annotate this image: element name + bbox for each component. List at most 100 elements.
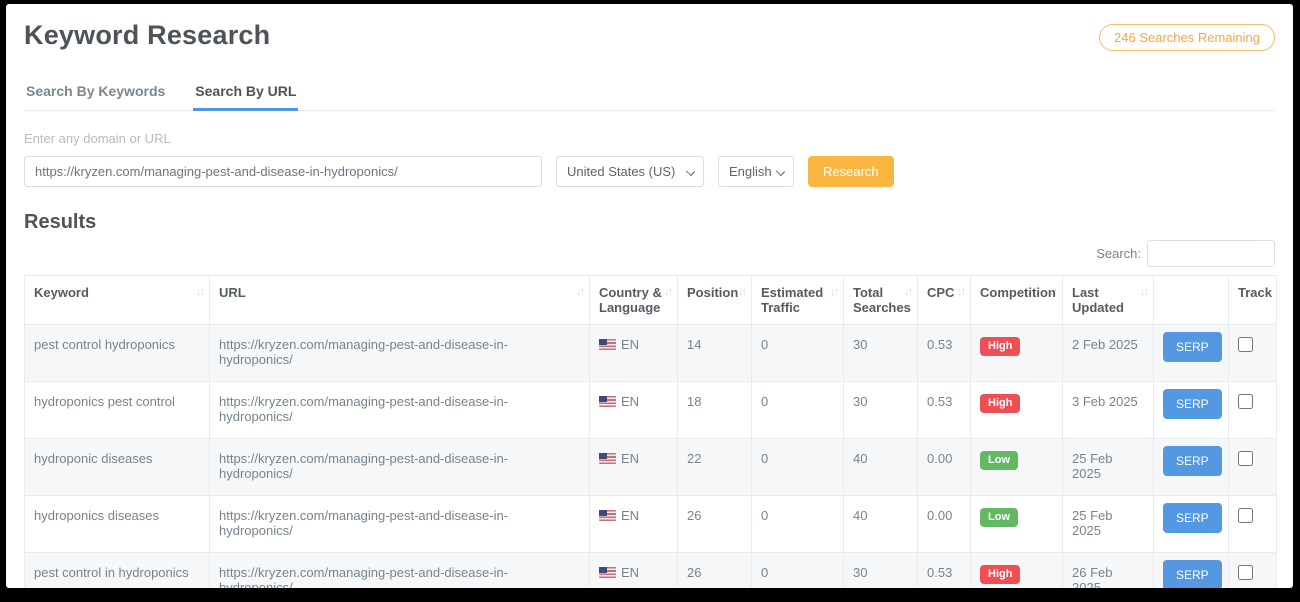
search-form: United States (US) English Research [24, 156, 1275, 187]
cpc-cell: 0.00 [918, 439, 971, 496]
table-row: pest control hydroponicshttps://kryzen.c… [25, 325, 1277, 382]
url-cell: https://kryzen.com/managing-pest-and-dis… [210, 382, 590, 439]
position-cell: 22 [678, 439, 752, 496]
serp-cell: SERP [1154, 382, 1229, 439]
page-title: Keyword Research [24, 20, 270, 51]
sort-icon[interactable]: ↓↑ [196, 286, 203, 298]
serp-cell: SERP [1154, 325, 1229, 382]
total-searches-cell: 30 [844, 325, 918, 382]
serp-cell: SERP [1154, 439, 1229, 496]
competition-cell: Low [971, 439, 1063, 496]
country-selected-value: United States (US) [567, 164, 675, 179]
estimated-traffic-cell: 0 [752, 382, 844, 439]
country-language-cell: EN [590, 325, 678, 382]
track-cell [1229, 325, 1277, 382]
position-cell: 14 [678, 325, 752, 382]
total-searches-cell: 40 [844, 496, 918, 553]
track-checkbox[interactable] [1238, 337, 1253, 352]
column-header-last-updated[interactable]: Last Updated↓↑ [1063, 276, 1154, 325]
country-language-cell: EN [590, 553, 678, 589]
keyword-research-page: Keyword Research 246 Searches Remaining … [6, 4, 1293, 588]
cpc-cell: 0.53 [918, 325, 971, 382]
country-language-cell: EN [590, 496, 678, 553]
chevron-down-icon [686, 167, 695, 176]
url-input[interactable] [24, 156, 542, 187]
sort-icon[interactable]: ↓↑ [957, 286, 964, 298]
keyword-cell: pest control hydroponics [25, 325, 210, 382]
serp-button[interactable]: SERP [1163, 389, 1222, 419]
screenshot-frame: Keyword Research 246 Searches Remaining … [0, 0, 1300, 602]
competition-cell: High [971, 382, 1063, 439]
url-cell: https://kryzen.com/managing-pest-and-dis… [210, 553, 590, 589]
cpc-cell: 0.53 [918, 553, 971, 589]
keyword-cell: hydroponics diseases [25, 496, 210, 553]
column-header-competition[interactable]: Competition↓↑ [971, 276, 1063, 325]
language-selected-value: English [729, 164, 772, 179]
table-row: hydroponics pest controlhttps://kryzen.c… [25, 382, 1277, 439]
tab-bar: Search By Keywords Search By URL [24, 77, 1275, 111]
serp-button[interactable]: SERP [1163, 560, 1222, 588]
column-header-position[interactable]: Position↓↑ [678, 276, 752, 325]
column-header-estimated-traffic[interactable]: Estimated Traffic↓↑ [752, 276, 844, 325]
tab-search-by-url[interactable]: Search By URL [193, 77, 298, 111]
track-checkbox[interactable] [1238, 565, 1253, 580]
track-checkbox[interactable] [1238, 394, 1253, 409]
serp-button[interactable]: SERP [1163, 503, 1222, 533]
column-header-url[interactable]: URL↓↑ [210, 276, 590, 325]
position-cell: 26 [678, 553, 752, 589]
country-language-cell: EN [590, 382, 678, 439]
track-checkbox[interactable] [1238, 451, 1253, 466]
total-searches-cell: 40 [844, 439, 918, 496]
keyword-cell: pest control in hydroponics [25, 553, 210, 589]
competition-badge: High [980, 394, 1020, 413]
serp-button[interactable]: SERP [1163, 332, 1222, 362]
research-button[interactable]: Research [808, 156, 894, 187]
url-cell: https://kryzen.com/managing-pest-and-dis… [210, 439, 590, 496]
us-flag-icon [599, 567, 616, 578]
competition-badge: Low [980, 451, 1018, 470]
serp-button[interactable]: SERP [1163, 446, 1222, 476]
column-header-cpc[interactable]: CPC↓↑ [918, 276, 971, 325]
us-flag-icon [599, 339, 616, 350]
url-cell: https://kryzen.com/managing-pest-and-dis… [210, 325, 590, 382]
sort-icon[interactable]: ↓↑ [830, 286, 837, 298]
sort-icon[interactable]: ↓↑ [904, 286, 911, 298]
sort-icon[interactable]: ↓↑ [1049, 286, 1056, 298]
last-updated-cell: 26 Feb 2025 [1063, 553, 1154, 589]
us-flag-icon [599, 510, 616, 521]
serp-cell: SERP [1154, 553, 1229, 589]
sort-icon[interactable]: ↓↑ [664, 286, 671, 298]
column-header-total-searches[interactable]: Total Searches↓↑ [844, 276, 918, 325]
language-select[interactable]: English [718, 156, 794, 187]
position-cell: 18 [678, 382, 752, 439]
table-header-row: Keyword↓↑ URL↓↑ Country & Language↓↑ Pos… [25, 276, 1277, 325]
sort-icon[interactable]: ↓↑ [1140, 286, 1147, 298]
keyword-cell: hydroponic diseases [25, 439, 210, 496]
estimated-traffic-cell: 0 [752, 439, 844, 496]
track-checkbox[interactable] [1238, 508, 1253, 523]
sort-icon[interactable]: ↓↑ [738, 286, 745, 298]
track-cell [1229, 382, 1277, 439]
url-cell: https://kryzen.com/managing-pest-and-dis… [210, 496, 590, 553]
competition-badge: High [980, 337, 1020, 356]
competition-badge: High [980, 565, 1020, 584]
column-header-keyword[interactable]: Keyword↓↑ [25, 276, 210, 325]
total-searches-cell: 30 [844, 553, 918, 589]
sort-icon[interactable]: ↓↑ [576, 286, 583, 298]
table-search-input[interactable] [1147, 240, 1275, 267]
competition-cell: High [971, 325, 1063, 382]
table-row: hydroponic diseaseshttps://kryzen.com/ma… [25, 439, 1277, 496]
page-header: Keyword Research 246 Searches Remaining [24, 20, 1275, 51]
estimated-traffic-cell: 0 [752, 553, 844, 589]
column-header-country-language[interactable]: Country & Language↓↑ [590, 276, 678, 325]
tab-search-by-keywords[interactable]: Search By Keywords [24, 77, 167, 110]
serp-cell: SERP [1154, 496, 1229, 553]
table-row: pest control in hydroponicshttps://kryze… [25, 553, 1277, 589]
track-cell [1229, 553, 1277, 589]
competition-cell: Low [971, 496, 1063, 553]
url-field-label: Enter any domain or URL [24, 131, 1275, 146]
country-select[interactable]: United States (US) [556, 156, 704, 187]
keyword-cell: hydroponics pest control [25, 382, 210, 439]
column-header-serp [1154, 276, 1229, 325]
total-searches-cell: 30 [844, 382, 918, 439]
